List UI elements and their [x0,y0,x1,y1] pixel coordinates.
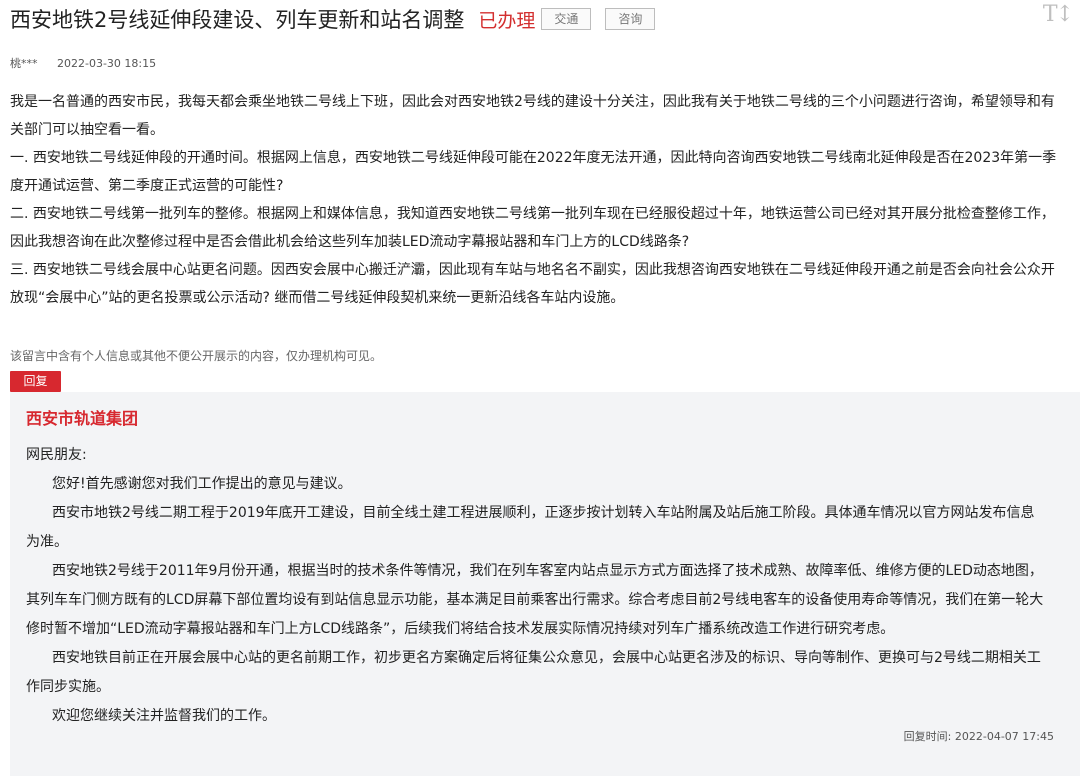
reply-line: 欢迎您继续关注并监督我们的工作。 [52,708,276,724]
font-size-toggle-icon[interactable]: T↕ [1043,2,1074,27]
post-time: 2022-03-30 18:15 [57,57,157,70]
status-badge: 已办理 [478,9,536,32]
question-line: 因此我想咨询在此次整修过程中是否会借此机会给这些列车加装LED流动字幕报站器和车… [10,234,690,250]
author-name: 桃*** [10,57,38,70]
question-line: 度开通试运营、第二季度正式运营的可能性? [10,178,284,194]
reply-line: 为准。 [26,534,68,550]
question-line: 一. 西安地铁二号线延伸段的开通时间。根据网上信息，西安地铁二号线延伸段可能在2… [10,150,1057,166]
reply-line: 您好!首先感谢您对我们工作提出的意见与建议。 [52,476,352,492]
reply-body: 网民朋友: 您好!首先感谢您对我们工作提出的意见与建议。西安市地铁2号线二期工程于… [26,441,1070,731]
post-meta: 桃*** 2022-03-30 18:15 [10,55,156,71]
reply-time: 回复时间: 2022-04-07 17:45 [903,730,1054,743]
question-line: 关部门可以抽空看一看。 [10,122,164,138]
reply-line: 网民朋友: [26,447,87,463]
question-line: 三. 西安地铁二号线会展中心站更名问题。因西安会展中心搬迁浐灞，因此现有车站与地… [10,262,1055,278]
reply-line: 修时暂不增加“LED流动字幕报站器和车门上方LCD线路条”，后续我们将结合技术发… [26,621,895,637]
reply-line: 其列车车门侧方既有的LCD屏幕下部位置均设有到站信息显示功能，基本满足目前乘客出… [26,592,1044,608]
reply-line: 西安地铁2号线于2011年9月份开通，根据当时的技术条件等情况，我们在列车客室内… [52,563,1043,579]
privacy-notice: 该留言中含有个人信息或其他不便公开展示的内容，仅办理机构可见。 [10,349,383,363]
tag-consult[interactable]: 咨询 [605,8,656,30]
question-line: 我是一名普通的西安市民，我每天都会乘坐地铁二号线上下班，因此会对西安地铁2号线的… [10,94,1055,110]
reply-line: 作同步实施。 [26,679,110,695]
page-title: 西安地铁2号线延伸段建设、列车更新和站名调整 [10,8,465,32]
reply-box: 西安市轨道集团 网民朋友: 您好!首先感谢您对我们工作提出的意见与建议。西安市地铁… [10,392,1080,776]
reply-tag: 回复 [10,371,61,392]
question-line: 放现“会展中心”站的更名投票或公示活动? 继而借二号线延伸段契机来统一更新沿线各… [10,290,625,306]
question-line: 二. 西安地铁二号线第一批列车的整修。根据网上和媒体信息，我知道西安地铁二号线第… [10,206,1055,222]
question-body: 我是一名普通的西安市民，我每天都会乘坐地铁二号线上下班，因此会对西安地铁2号线的… [10,88,1080,312]
title-row: 西安地铁2号线延伸段建设、列车更新和站名调整 已办理 交通 咨询 [10,4,656,34]
reply-line: 西安地铁目前正在开展会展中心站的更名前期工作，初步更名方案确定后将征集公众意见，… [52,650,1041,666]
reply-organization: 西安市轨道集团 [26,409,139,428]
reply-line: 西安市地铁2号线二期工程于2019年底开工建设，目前全线土建工程进展顺利，正逐步… [52,505,1035,521]
tag-traffic[interactable]: 交通 [541,8,592,30]
